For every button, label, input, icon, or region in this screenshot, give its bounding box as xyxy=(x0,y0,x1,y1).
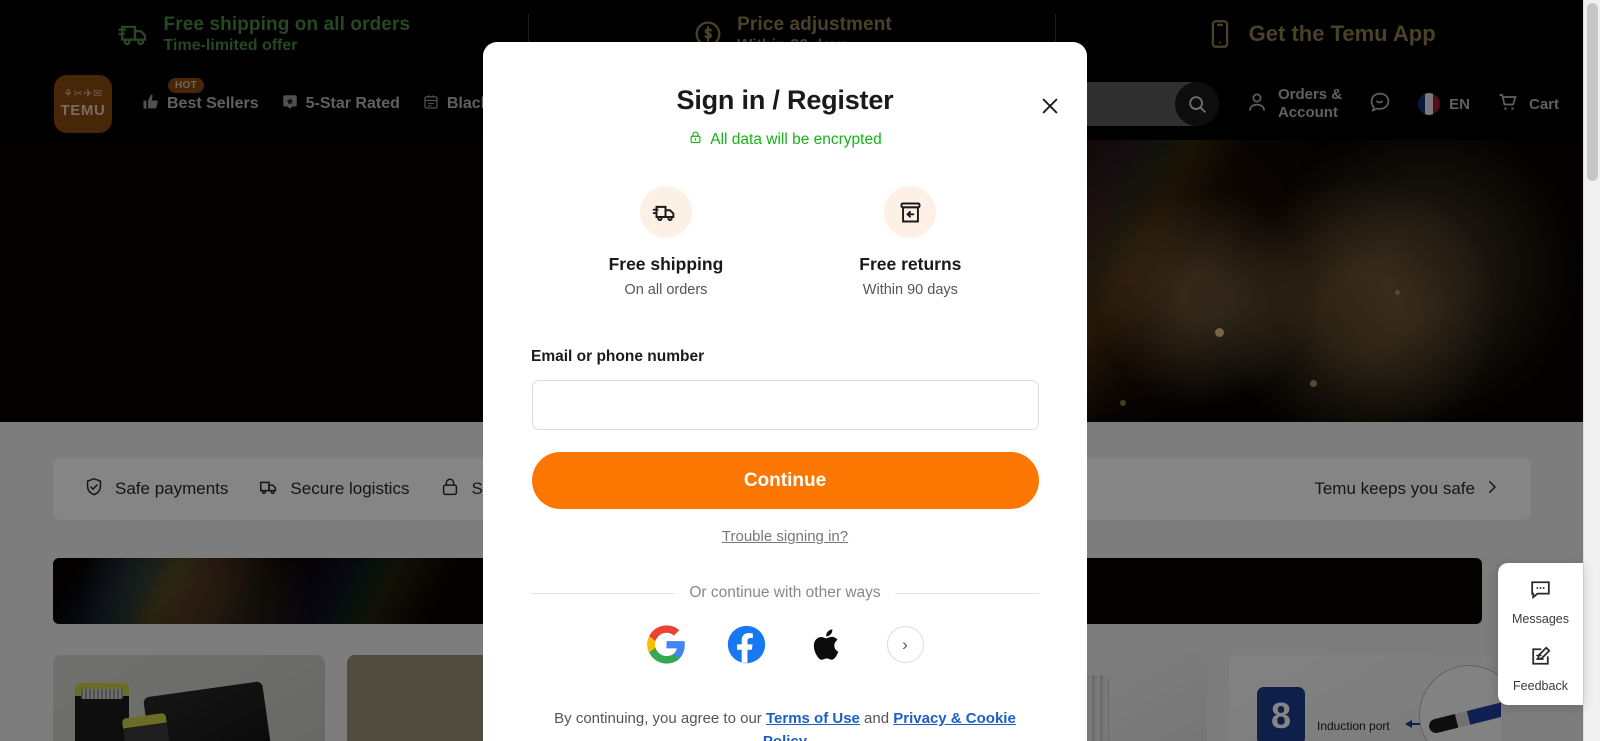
close-icon[interactable] xyxy=(1033,89,1067,123)
terms-prefix: By continuing, you agree to our xyxy=(554,710,766,727)
apple-icon[interactable] xyxy=(807,625,846,664)
more-options-icon[interactable]: › xyxy=(886,626,924,663)
terms-notice: By continuing, you agree to our Terms of… xyxy=(531,707,1039,741)
lock-icon xyxy=(688,129,703,151)
trouble-signing-in-link[interactable]: Trouble signing in? xyxy=(483,528,1087,545)
return-box-icon xyxy=(884,186,937,238)
truck-icon xyxy=(639,186,692,238)
perk-subtitle: On all orders xyxy=(624,282,708,298)
terms-of-use-link[interactable]: Terms of Use xyxy=(766,710,860,727)
perk-title: Free returns xyxy=(859,254,962,274)
side-widget-messages[interactable]: Messages xyxy=(1512,577,1569,626)
facebook-icon[interactable] xyxy=(727,625,766,664)
side-widget-feedback[interactable]: Feedback xyxy=(1513,644,1568,693)
scrollbar-thumb[interactable] xyxy=(1587,3,1598,181)
feedback-edit-icon xyxy=(1528,644,1553,674)
temu-signin-page: Free shipping on all orders Time-limited… xyxy=(0,0,1600,741)
page-scrollbar[interactable] xyxy=(1583,0,1600,741)
perk-subtitle: Within 90 days xyxy=(862,282,958,298)
terms-middle: and xyxy=(859,710,894,727)
continue-button[interactable]: Continue xyxy=(531,452,1039,509)
signin-register-modal: Sign in / Register All data will be encr… xyxy=(483,42,1087,741)
side-widget-label: Feedback xyxy=(1513,679,1568,693)
perk-free-shipping: Free shipping On all orders xyxy=(608,186,724,298)
encryption-notice: All data will be encrypted xyxy=(483,129,1087,151)
email-phone-input[interactable] xyxy=(531,380,1039,430)
modal-perks: Free shipping On all orders Free returns… xyxy=(483,186,1087,298)
perk-free-returns: Free returns Within 90 days xyxy=(859,186,961,298)
perk-title: Free shipping xyxy=(608,254,724,274)
modal-title: Sign in / Register xyxy=(676,85,894,115)
social-login-row: › xyxy=(483,625,1087,664)
chat-bubble-icon xyxy=(1528,577,1553,607)
email-phone-label: Email or phone number xyxy=(531,348,705,365)
side-widget: Messages Feedback xyxy=(1498,563,1583,705)
other-ways-divider: Or continue with other ways xyxy=(531,584,1039,602)
google-icon[interactable] xyxy=(646,625,686,664)
side-widget-label: Messages xyxy=(1512,612,1569,626)
encryption-label: All data will be encrypted xyxy=(710,131,882,148)
divider-label: Or continue with other ways xyxy=(689,584,881,601)
